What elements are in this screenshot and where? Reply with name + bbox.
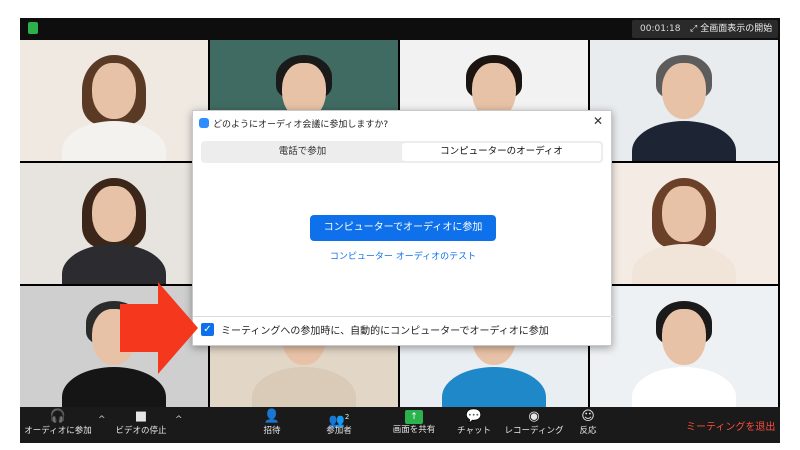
audio-tabs: 電話で参加 コンピューターのオーディオ bbox=[201, 141, 603, 163]
chat-button[interactable]: 💬 チャット bbox=[454, 409, 494, 441]
fullscreen-label: 全画面表示の開始 bbox=[700, 24, 773, 34]
shield-icon[interactable] bbox=[28, 22, 38, 34]
leave-meeting-button[interactable]: ミーティングを退出 bbox=[686, 418, 775, 433]
participants-icon: 👥2 bbox=[328, 413, 350, 429]
pointer-arrow-icon bbox=[120, 282, 198, 374]
meeting-timer: 00:01:18 bbox=[632, 20, 689, 38]
audio-options-caret[interactable]: ^ bbox=[98, 415, 106, 425]
participant-video bbox=[624, 51, 744, 161]
meeting-topbar: 00:01:18 ⤢ 全画面表示の開始 bbox=[20, 18, 780, 40]
fullscreen-button[interactable]: ⤢ 全画面表示の開始 bbox=[684, 20, 779, 38]
add-person-icon: 👤 bbox=[263, 409, 281, 424]
auto-join-label: ミーティングへの参加時に、自動的にコンピューターでオーディオに参加 bbox=[221, 326, 549, 337]
auto-join-checkbox[interactable]: ✓ bbox=[201, 323, 214, 336]
tab-phone[interactable]: 電話で参加 bbox=[203, 143, 402, 161]
chat-icon: 💬 bbox=[465, 409, 483, 424]
video-tile[interactable] bbox=[20, 163, 208, 284]
zoom-logo-icon bbox=[199, 118, 209, 128]
dialog-title-bar: どのようにオーディオ会議に参加しますか? bbox=[199, 115, 388, 131]
invite-button[interactable]: 👤 招待 bbox=[252, 409, 292, 441]
divider bbox=[193, 316, 613, 317]
emoji-icon: ☺ bbox=[581, 409, 595, 424]
dialog-title: どのようにオーディオ会議に参加しますか? bbox=[213, 119, 389, 130]
close-button[interactable]: ✕ bbox=[593, 114, 603, 128]
record-icon: ◉ bbox=[528, 409, 540, 424]
test-computer-audio-link[interactable]: コンピューター オーディオのテスト bbox=[193, 249, 613, 262]
record-button[interactable]: ◉ レコーディング bbox=[502, 409, 566, 441]
participant-video bbox=[624, 297, 744, 407]
video-tile[interactable] bbox=[20, 40, 208, 161]
expand-icon: ⤢ bbox=[690, 24, 698, 34]
meeting-controls: 🎧 オーディオに参加 ^ ■ ビデオの停止 ^ 👤 招待 👥2 参加者 ↑ 画面… bbox=[20, 407, 780, 443]
stop-video-button[interactable]: ■ ビデオの停止 bbox=[112, 409, 170, 441]
auto-join-audio-option[interactable]: ✓ ミーティングへの参加時に、自動的にコンピューターでオーディオに参加 bbox=[201, 322, 549, 337]
join-with-computer-audio-button[interactable]: コンピューターでオーディオに参加 bbox=[310, 215, 496, 241]
participant-video bbox=[54, 51, 174, 161]
join-audio-dialog: どのようにオーディオ会議に参加しますか? ✕ 電話で参加 コンピューターのオーデ… bbox=[192, 110, 613, 346]
join-audio-button[interactable]: 🎧 オーディオに参加 bbox=[24, 409, 92, 441]
participant-count: 2 bbox=[344, 413, 350, 421]
share-screen-button[interactable]: ↑ 画面を共有 bbox=[386, 409, 442, 441]
video-options-caret[interactable]: ^ bbox=[175, 415, 183, 425]
share-screen-icon: ↑ bbox=[405, 410, 423, 424]
video-tile[interactable] bbox=[590, 40, 778, 161]
participant-video bbox=[54, 174, 174, 284]
reactions-button[interactable]: ☺ 反応 bbox=[572, 409, 604, 441]
participants-button[interactable]: 👥2 参加者 bbox=[314, 409, 364, 441]
headphones-icon: 🎧 bbox=[49, 409, 67, 424]
video-tile[interactable] bbox=[590, 163, 778, 284]
camera-icon: ■ bbox=[134, 409, 148, 424]
video-tile[interactable] bbox=[590, 286, 778, 407]
tab-computer-audio[interactable]: コンピューターのオーディオ bbox=[402, 143, 601, 161]
participant-video bbox=[624, 174, 744, 284]
